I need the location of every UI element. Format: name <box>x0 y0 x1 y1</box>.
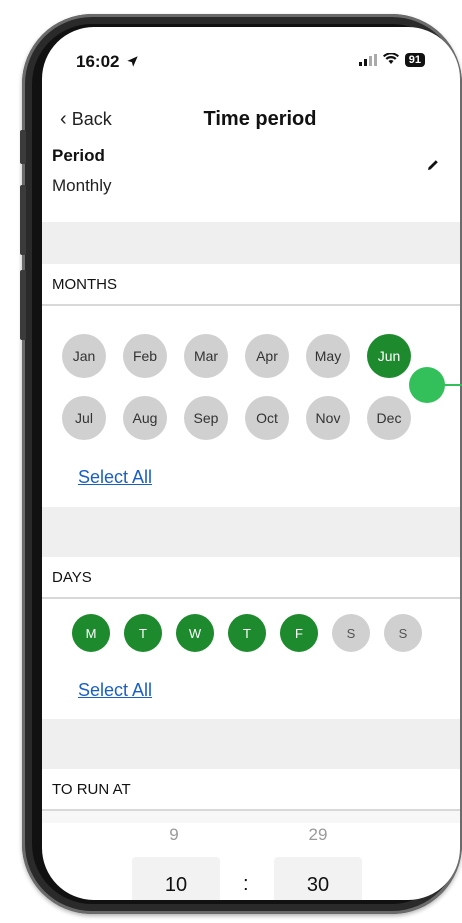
day-thursday[interactable]: T <box>228 614 266 652</box>
month-nov[interactable]: Nov <box>306 396 350 440</box>
side-button-action <box>20 130 26 164</box>
day-monday[interactable]: M <box>72 614 110 652</box>
pencil-icon[interactable] <box>426 158 440 172</box>
wifi-icon <box>382 52 399 68</box>
months-header: MONTHS <box>42 264 460 306</box>
days-select-all-link[interactable]: Select All <box>78 680 152 701</box>
day-wednesday[interactable]: W <box>176 614 214 652</box>
navigation-bar: ‹ Back Time period <box>42 102 460 138</box>
days-row: M T W T F S S <box>72 614 422 652</box>
status-bar: 16:02 91 <box>42 27 460 97</box>
run-at-header: TO RUN AT <box>42 769 460 811</box>
minute-picker[interactable]: 30 <box>274 857 362 900</box>
navigation-arrow-icon <box>127 56 138 67</box>
period-label: Period <box>52 146 105 165</box>
time-separator: : <box>243 873 249 895</box>
period-row[interactable]: Period Monthly <box>42 142 460 220</box>
day-sunday[interactable]: S <box>384 614 422 652</box>
month-jul[interactable]: Jul <box>62 396 106 440</box>
month-apr[interactable]: Apr <box>245 334 289 378</box>
day-saturday[interactable]: S <box>332 614 370 652</box>
months-header-text: MONTHS <box>52 276 117 293</box>
day-friday[interactable]: F <box>280 614 318 652</box>
month-sep[interactable]: Sep <box>184 396 228 440</box>
month-jun[interactable]: Jun <box>367 334 411 378</box>
minute-previous-value: 29 <box>308 825 328 844</box>
day-tuesday[interactable]: T <box>124 614 162 652</box>
section-spacer <box>42 719 460 769</box>
page-title: Time period <box>203 108 317 130</box>
battery-icon: 91 <box>404 53 425 67</box>
month-aug[interactable]: Aug <box>123 396 167 440</box>
picker-strip <box>42 811 460 823</box>
cellular-signal-icon <box>358 54 377 66</box>
run-at-header-text: TO RUN AT <box>52 781 131 798</box>
month-may[interactable]: May <box>306 334 350 378</box>
month-mar[interactable]: Mar <box>184 334 228 378</box>
section-spacer <box>42 507 460 557</box>
hour-previous-value: 9 <box>169 825 179 844</box>
status-time-text: 16:02 <box>76 52 120 71</box>
pointer-indicator-dot <box>409 367 445 403</box>
months-grid: Jan Feb Mar Apr May Jun Jul Aug Sep Oct … <box>62 334 411 440</box>
months-select-all-link[interactable]: Select All <box>78 467 152 488</box>
app-screen: 16:02 91 ‹ Back Time period Period Month… <box>42 27 460 900</box>
period-value: Monthly <box>52 176 112 195</box>
hour-picker[interactable]: 10 <box>132 857 220 900</box>
month-feb[interactable]: Feb <box>123 334 167 378</box>
days-header: DAYS <box>42 557 460 599</box>
status-icons: 91 <box>358 52 425 68</box>
month-dec[interactable]: Dec <box>367 396 411 440</box>
month-jan[interactable]: Jan <box>62 334 106 378</box>
side-button-volume-up <box>20 185 26 255</box>
pointer-indicator-line <box>442 384 462 386</box>
section-spacer <box>42 222 460 264</box>
month-oct[interactable]: Oct <box>245 396 289 440</box>
status-time: 16:02 <box>76 52 139 72</box>
days-header-text: DAYS <box>52 569 92 586</box>
side-button-volume-down <box>20 270 26 340</box>
